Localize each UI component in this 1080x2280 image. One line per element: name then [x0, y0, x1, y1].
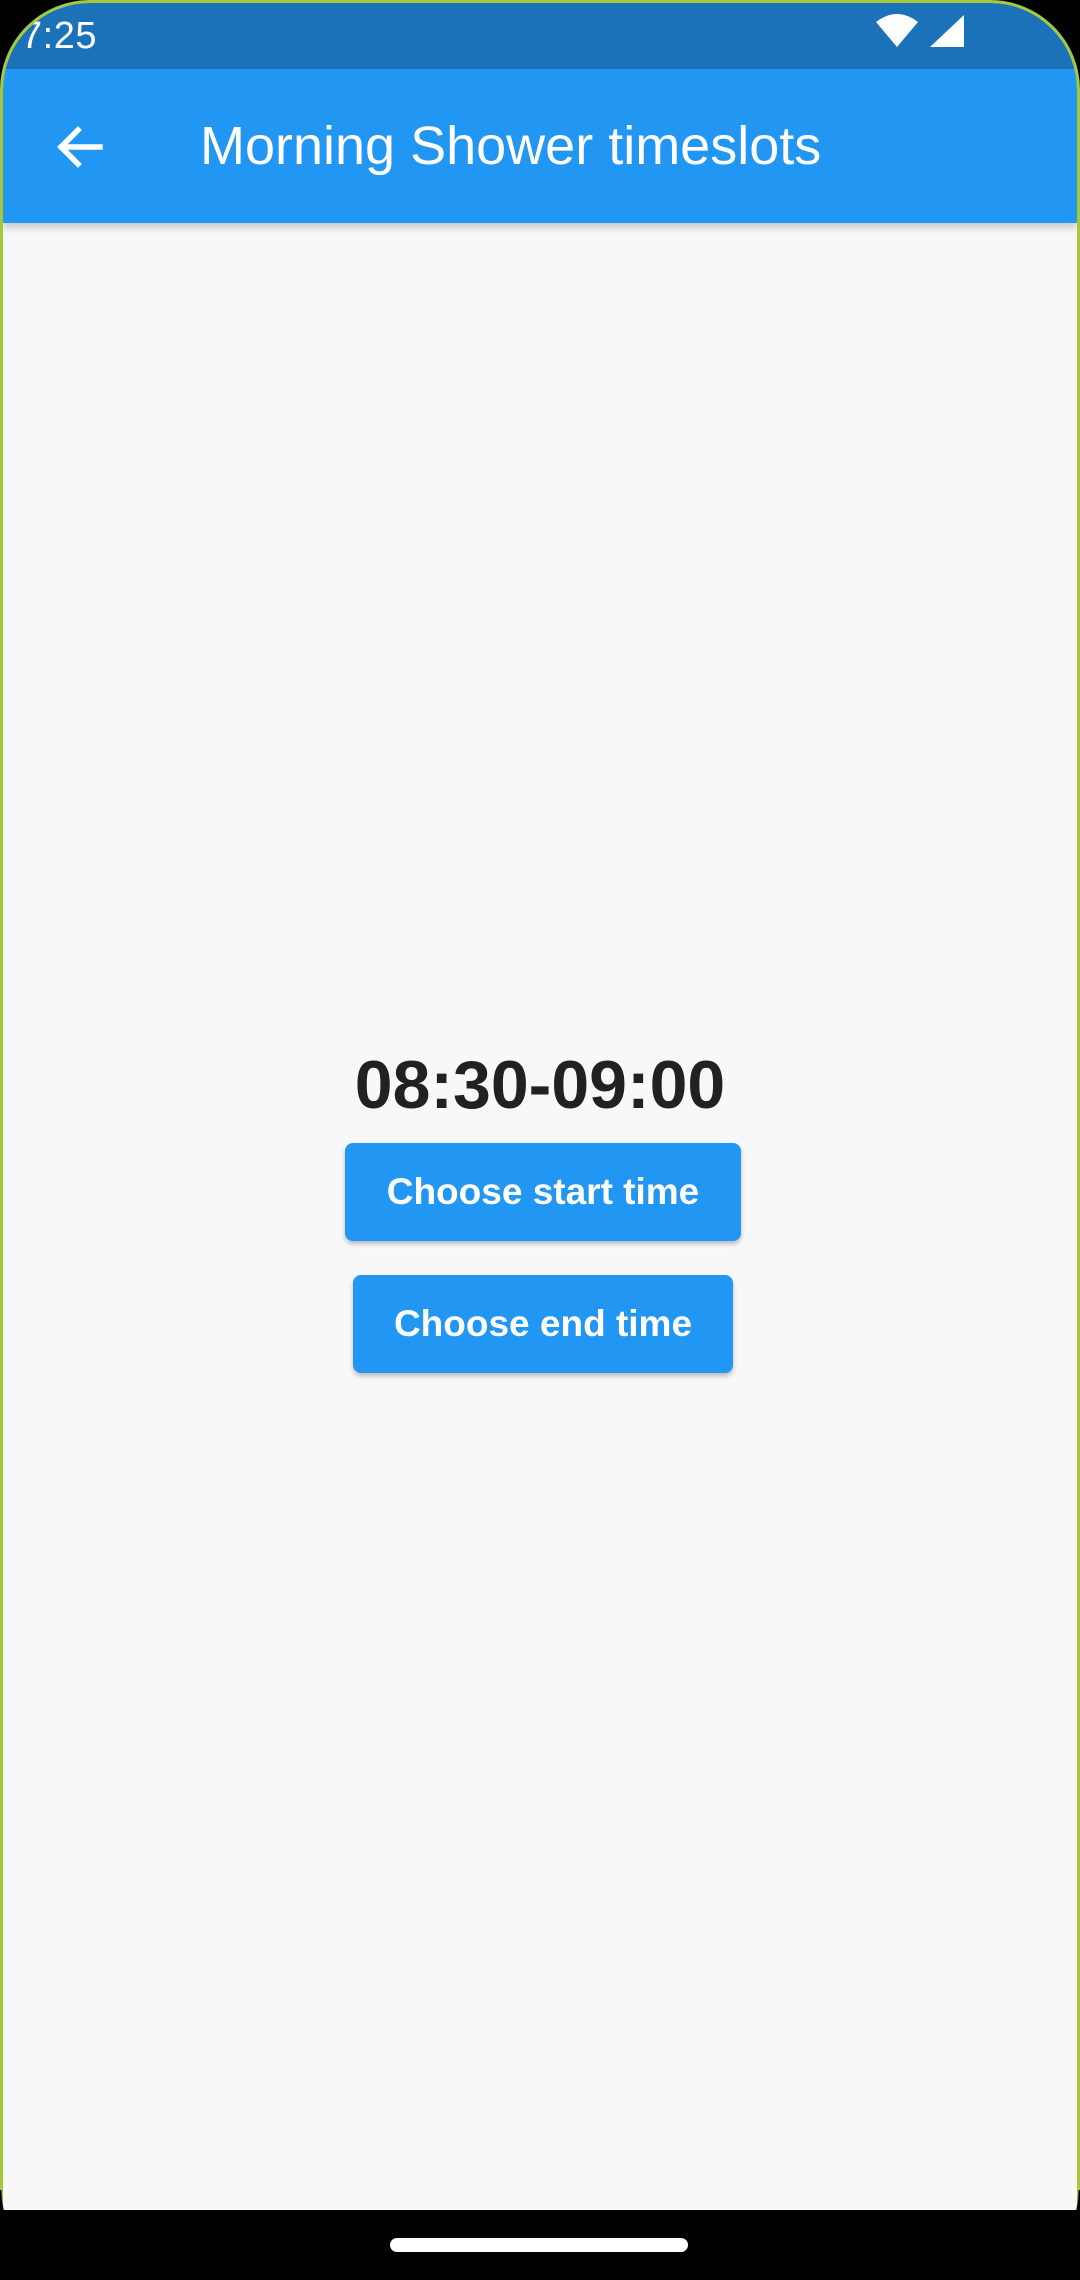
screen-corner-bottom-right — [990, 2190, 1080, 2280]
back-button[interactable] — [39, 109, 119, 189]
phone-screen: 7:25 Morning Shower timeslots 08:30-09:0… — [0, 0, 1080, 2280]
cellular-signal-icon — [929, 14, 965, 53]
page-title: Morning Shower timeslots — [200, 116, 822, 176]
status-icons — [875, 14, 965, 53]
status-time: 7:25 — [21, 15, 97, 57]
app-bar: Morning Shower timeslots — [3, 69, 1077, 223]
main-content: 08:30-09:00 Choose start time Choose end… — [3, 223, 1077, 2213]
screen-corner-bottom-left — [0, 2190, 90, 2280]
home-indicator[interactable] — [390, 2238, 688, 2252]
arrow-left-icon — [54, 122, 104, 177]
wifi-icon — [875, 14, 919, 53]
choose-end-time-button[interactable]: Choose end time — [353, 1275, 733, 1373]
time-range-display: 08:30-09:00 — [354, 1047, 726, 1123]
status-bar: 7:25 — [3, 3, 1077, 69]
choose-start-time-button[interactable]: Choose start time — [345, 1143, 741, 1241]
